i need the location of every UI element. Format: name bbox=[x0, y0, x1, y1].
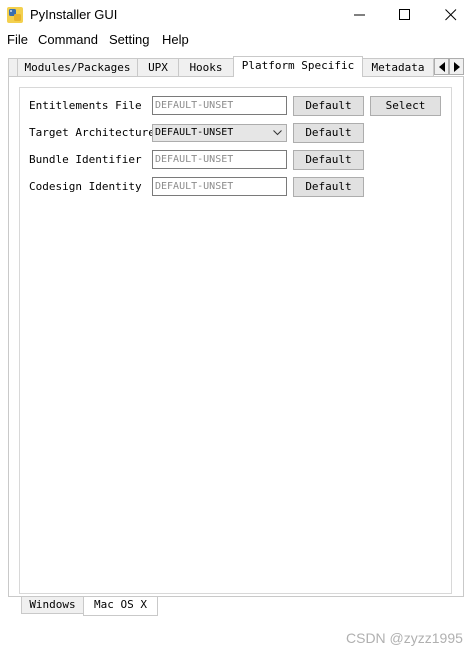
menu-command[interactable]: Command bbox=[38, 32, 98, 48]
entitlements-default-button[interactable]: Default bbox=[293, 96, 364, 116]
maximize-icon bbox=[399, 9, 410, 20]
close-button[interactable] bbox=[428, 0, 474, 30]
maximize-button[interactable] bbox=[382, 0, 428, 30]
tab-metadata[interactable]: Metadata bbox=[362, 58, 434, 77]
minimize-icon bbox=[354, 14, 365, 16]
tab-scroll-right-button[interactable] bbox=[449, 58, 464, 75]
menu-setting[interactable]: Setting bbox=[109, 32, 149, 48]
tab-scroll-left-button[interactable] bbox=[434, 58, 449, 75]
bundle-identifier-default-button[interactable]: Default bbox=[293, 150, 364, 170]
codesign-identity-label: Codesign Identity bbox=[29, 180, 142, 193]
tab-hooks[interactable]: Hooks bbox=[178, 58, 234, 77]
codesign-identity-default-button[interactable]: Default bbox=[293, 177, 364, 197]
watermark: CSDN @zyzz1995 bbox=[346, 630, 463, 646]
entitlements-select-button[interactable]: Select bbox=[370, 96, 441, 116]
target-architecture-default-button[interactable]: Default bbox=[293, 123, 364, 143]
tab-upx[interactable]: UPX bbox=[137, 58, 179, 77]
chevron-down-icon bbox=[273, 130, 282, 136]
menu-bar: File Command Setting Help bbox=[0, 30, 474, 50]
tab-modules-packages[interactable]: Modules/Packages bbox=[17, 58, 138, 77]
platform-tab-windows[interactable]: Windows bbox=[21, 597, 84, 614]
arrow-right-icon bbox=[454, 62, 460, 72]
target-architecture-label: Target Architecture bbox=[29, 126, 155, 139]
bundle-identifier-input[interactable]: DEFAULT-UNSET bbox=[152, 150, 287, 169]
platform-tab-mac-os-x[interactable]: Mac OS X bbox=[83, 597, 158, 616]
target-architecture-select[interactable]: DEFAULT-UNSET bbox=[152, 124, 287, 142]
python-icon bbox=[6, 6, 24, 24]
menu-help[interactable]: Help bbox=[162, 32, 189, 48]
close-icon bbox=[445, 9, 457, 21]
codesign-identity-input[interactable]: DEFAULT-UNSET bbox=[152, 177, 287, 196]
bundle-identifier-label: Bundle Identifier bbox=[29, 153, 142, 166]
window-title: PyInstaller GUI bbox=[30, 7, 118, 22]
menu-file[interactable]: File bbox=[7, 32, 28, 48]
target-architecture-value: DEFAULT-UNSET bbox=[155, 127, 234, 138]
entitlements-input[interactable]: DEFAULT-UNSET bbox=[152, 96, 287, 115]
arrow-left-icon bbox=[439, 62, 445, 72]
tab-strip: Modules/Packages UPX Hooks Platform Spec… bbox=[0, 56, 474, 77]
title-bar: PyInstaller GUI bbox=[0, 0, 474, 30]
entitlements-label: Entitlements File bbox=[29, 99, 142, 112]
tab-platform-specific[interactable]: Platform Specific bbox=[233, 56, 363, 77]
minimize-button[interactable] bbox=[337, 0, 383, 30]
